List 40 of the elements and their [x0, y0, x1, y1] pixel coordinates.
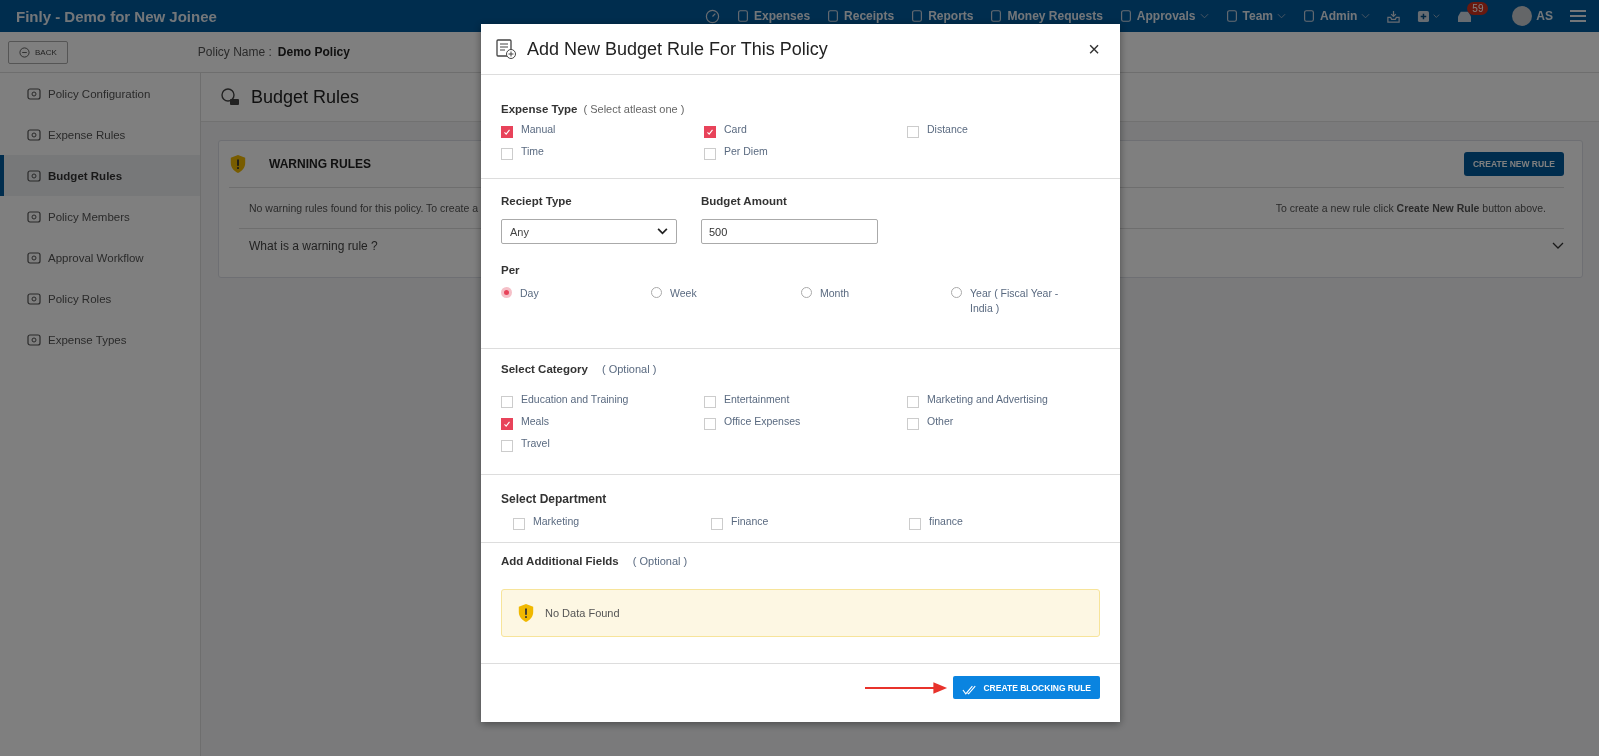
option-label: Week	[670, 286, 698, 301]
field-label: Reciept Type	[501, 195, 573, 207]
faq-question: What is a warning rule ?	[249, 239, 378, 253]
option-label: Marketing	[533, 515, 580, 527]
option-label: Month	[820, 286, 851, 301]
field-label: Per	[501, 264, 521, 276]
option-label: Entertainment	[724, 393, 790, 405]
empty-message: No Data Found	[545, 607, 620, 619]
option-label: Distance	[927, 123, 968, 135]
option-label: Finance	[731, 515, 769, 527]
policy-name-label: Policy Name :	[197, 45, 272, 59]
option-label: finance	[929, 515, 963, 527]
option-label: Year ( Fiscal Year - India )	[970, 286, 1060, 316]
field-label: Expense Type	[501, 103, 578, 115]
card-title: WARNING RULES	[269, 157, 371, 171]
field-label: Select Department	[501, 492, 607, 506]
option-label: Other	[927, 415, 954, 427]
option-label: Card	[724, 123, 747, 135]
option-label: Marketing and Advertising	[927, 393, 1048, 405]
field-hint: ( Select atleast one )	[583, 103, 685, 115]
field-hint: ( Optional )	[632, 555, 688, 567]
field-hint: ( Optional )	[601, 363, 657, 375]
field-label: Budget Amount	[701, 195, 788, 207]
option-label: Meals	[521, 415, 549, 427]
field-label: Add Additional Fields	[501, 555, 619, 567]
empty-message: No warning rules found for this policy. To create a	[249, 202, 478, 214]
modal-title: Add New Budget Rule For This Policy	[527, 38, 828, 60]
option-label: Office Expenses	[724, 415, 801, 427]
empty-message: To create a new rule click Create New Rule button above.	[1275, 202, 1546, 214]
option-label: Time	[521, 145, 544, 157]
option-label: Travel	[521, 437, 550, 449]
option-label: Day	[520, 286, 540, 301]
app-title: Finly - Demo for New Joinee	[16, 7, 217, 25]
notification-badge: 59	[1467, 1, 1489, 15]
policy-name: Demo Policy	[277, 45, 350, 59]
option-label: Per Diem	[724, 145, 768, 157]
option-label: Manual	[521, 123, 556, 135]
field-label: Select Category	[501, 363, 588, 375]
page-title: Budget Rules	[251, 86, 360, 108]
option-label: Education and Training	[521, 393, 629, 405]
